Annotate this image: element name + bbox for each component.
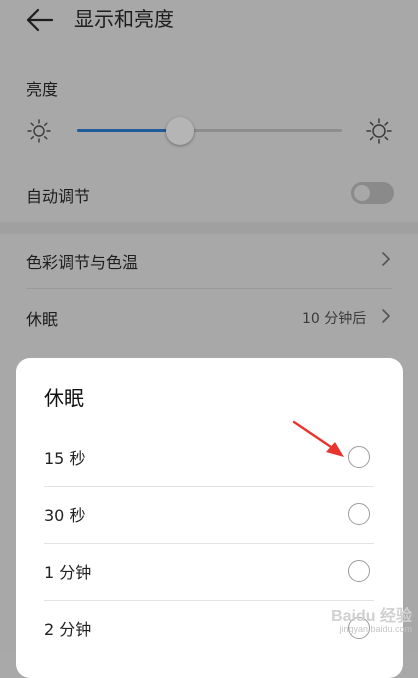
toggle-knob xyxy=(354,185,370,201)
brightness-low-icon xyxy=(27,119,51,143)
auto-adjust-label: 自动调节 xyxy=(26,187,91,206)
option-label: 30 秒 xyxy=(44,506,86,525)
watermark-text: Baidu 经验 xyxy=(331,608,412,625)
color-temp-label[interactable]: 色彩调节与色温 xyxy=(26,249,138,273)
chevron-right-icon xyxy=(382,252,390,266)
auto-adjust-toggle[interactable] xyxy=(351,182,394,204)
watermark-url: jingyan.baidu.com xyxy=(339,624,412,634)
back-arrow-icon[interactable] xyxy=(24,6,54,34)
option-label: 15 秒 xyxy=(44,449,86,468)
brightness-slider[interactable] xyxy=(77,129,342,132)
radio-button[interactable] xyxy=(348,446,370,468)
watermark: Baidu 经验 jingyan.baidu.com xyxy=(312,598,412,650)
row-divider xyxy=(26,288,392,289)
radio-button[interactable] xyxy=(348,503,370,525)
brightness-slider-fill xyxy=(77,129,181,132)
annotation-arrow-icon xyxy=(292,420,344,457)
option-label: 2 分钟 xyxy=(44,620,92,639)
page-title: 显示和亮度 xyxy=(74,7,174,31)
sleep-label[interactable]: 休眠 xyxy=(26,306,58,330)
section-divider xyxy=(0,222,418,234)
brightness-high-icon xyxy=(366,118,392,144)
option-label: 1 分钟 xyxy=(44,563,92,582)
sleep-value: 10 分钟后 xyxy=(302,311,367,327)
option-30-seconds[interactable]: 30 秒 xyxy=(44,487,374,544)
app-header: 显示和亮度 xyxy=(0,0,418,44)
brightness-label: 亮度 xyxy=(26,80,59,99)
radio-button[interactable] xyxy=(348,560,370,582)
dialog-title: 休眠 xyxy=(44,386,84,410)
option-1-minute[interactable]: 1 分钟 xyxy=(44,544,374,601)
chevron-right-icon xyxy=(382,309,390,323)
